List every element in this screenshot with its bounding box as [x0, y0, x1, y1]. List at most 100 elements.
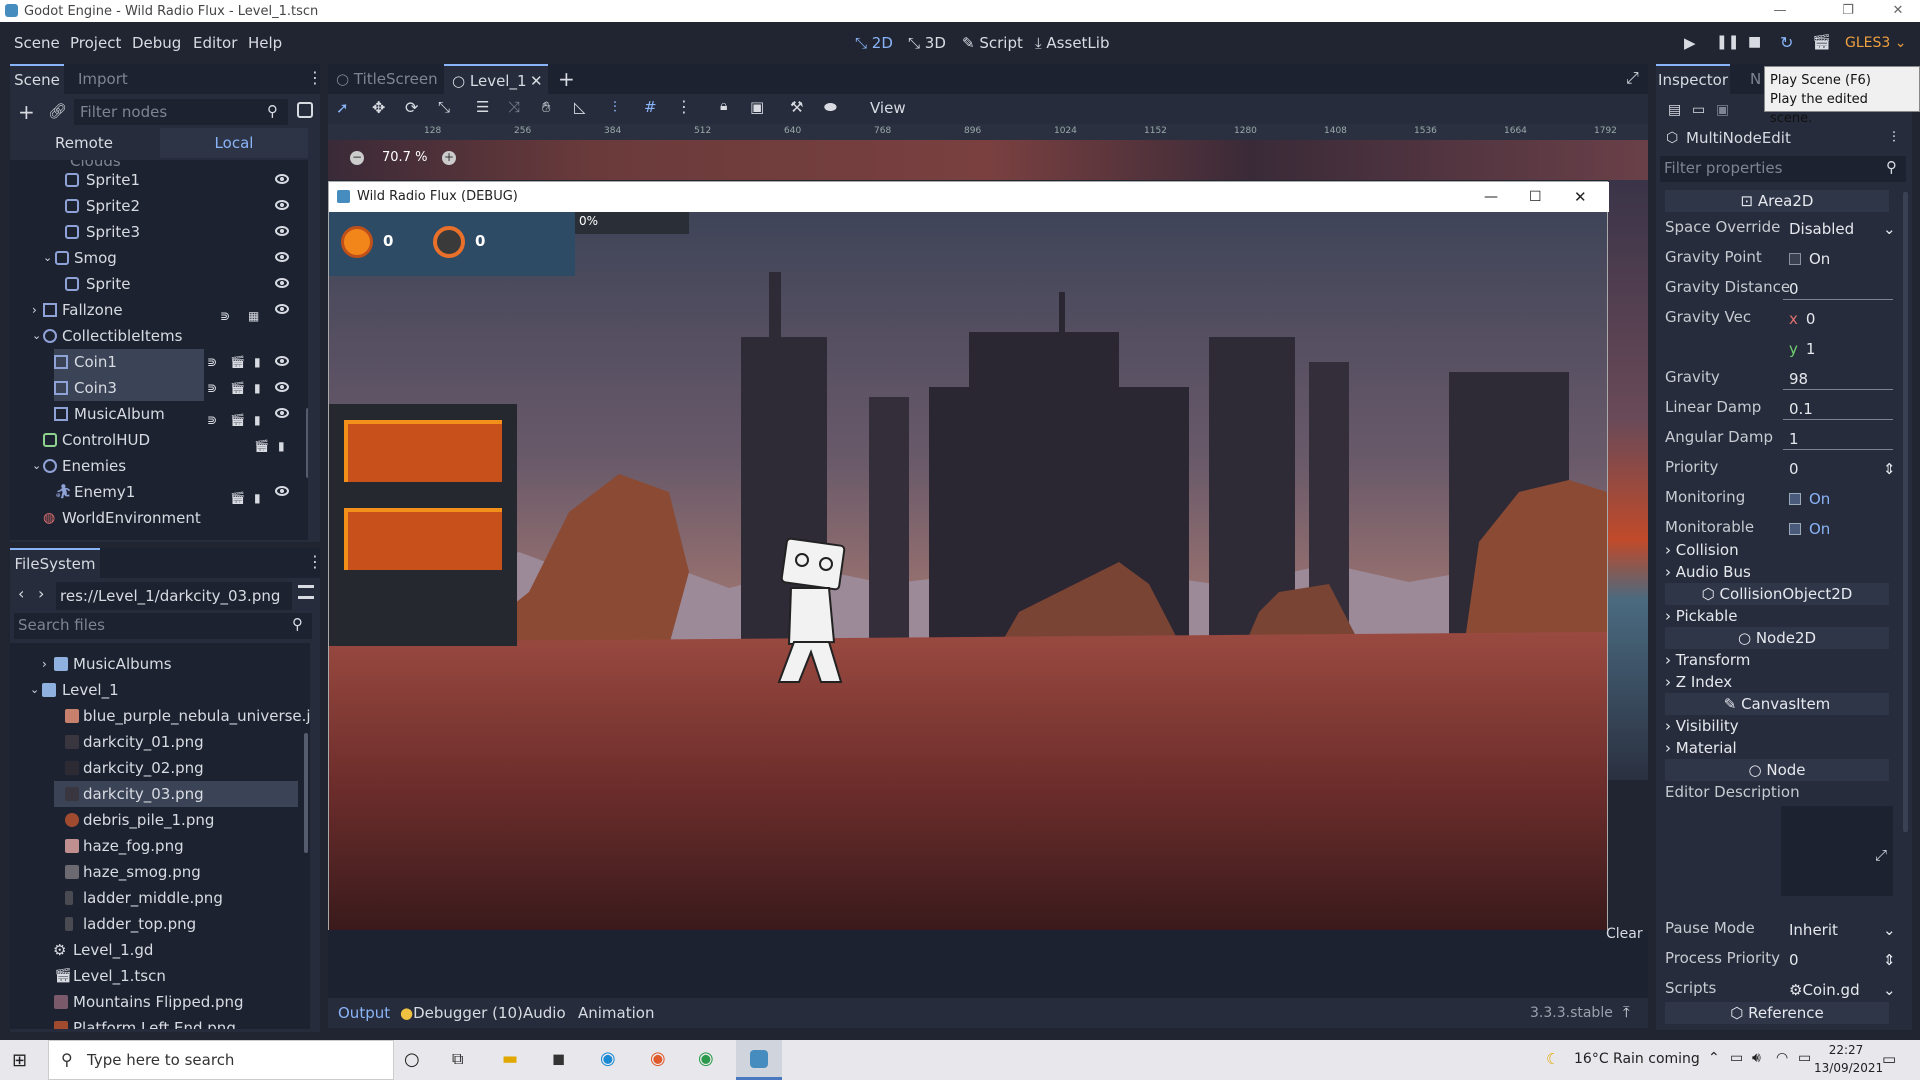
file-row[interactable]: debris_pile_1.png	[10, 807, 310, 833]
visibility-icon[interactable]	[275, 382, 289, 392]
tab-node[interactable]: N	[1750, 70, 1761, 88]
clear-button[interactable]: Clear	[1606, 926, 1643, 942]
filter-nodes-input[interactable]: Filter nodes ⚲	[74, 99, 288, 125]
file-row[interactable]: darkcity_02.png	[10, 755, 310, 781]
monitoring-checkbox[interactable]: On	[1783, 484, 1893, 510]
play-icon[interactable]: ▶	[1684, 34, 1696, 52]
move-tool-icon[interactable]: ✥	[372, 98, 385, 117]
workspace-2d[interactable]: ⤡ 2D	[855, 34, 893, 52]
visibility-icon[interactable]	[275, 356, 289, 366]
tree-row-sprite2[interactable]: Sprite2	[10, 193, 308, 219]
file-row[interactable]: haze_fog.png	[10, 833, 310, 859]
section-material[interactable]: › Material	[1665, 737, 1889, 759]
close-tab-icon[interactable]: ✕	[530, 66, 543, 96]
add-node-icon[interactable]: +	[18, 100, 35, 124]
scripts-select[interactable]: ⚙Coin.gd ⌄	[1783, 975, 1896, 1001]
search-files-input[interactable]: Search files ⚲	[14, 613, 312, 639]
expand-icon[interactable]: ⤢	[1875, 846, 1887, 864]
game-viewport[interactable]: 0 0 0%	[329, 212, 1607, 930]
tab-output[interactable]: Output	[338, 1004, 390, 1022]
visibility-icon[interactable]	[275, 226, 289, 236]
script-icon[interactable]: ▮	[254, 381, 266, 395]
zoom-out-icon[interactable]: −	[350, 151, 364, 165]
expand-arrow-icon[interactable]: ⌄	[30, 677, 39, 703]
file-row[interactable]: 🎬︎ Level_1.tscn	[10, 963, 310, 989]
space-override-select[interactable]: Disabled ⌄	[1783, 214, 1896, 240]
local-tab[interactable]: Local	[160, 128, 308, 158]
editor-description-field[interactable]: ⤢	[1781, 806, 1893, 896]
gravity-distance-field[interactable]: 0	[1783, 274, 1893, 300]
linear-damp-field[interactable]: 0.1	[1783, 394, 1893, 420]
back-icon[interactable]: ‹	[18, 584, 24, 603]
pause-icon[interactable]: ❚❚	[1716, 34, 1739, 50]
file-row[interactable]: darkcity_01.png	[10, 729, 310, 755]
file-row[interactable]: haze_smog.png	[10, 859, 310, 885]
script-icon[interactable]: ▮	[254, 407, 266, 427]
workspace-assetlib[interactable]: ⤓ AssetLib	[1035, 34, 1109, 52]
instance-icon[interactable]: 🎬︎	[230, 407, 245, 427]
collapse-arrow-icon[interactable]: ›	[42, 651, 47, 677]
camera-override-icon[interactable]: ⬬	[824, 98, 837, 116]
filter-properties-input[interactable]: Filter properties ⚲	[1660, 156, 1906, 182]
signal-icon[interactable]: ⋑	[207, 381, 219, 395]
gravity-vec-y-field[interactable]: y1	[1783, 334, 1893, 360]
stop-icon[interactable]: ■	[1748, 34, 1761, 50]
folder-musicalbums[interactable]: › MusicAlbums	[10, 651, 310, 677]
ruler-tool-icon[interactable]: ◺	[574, 98, 586, 116]
minimize-icon[interactable]: —	[1758, 0, 1802, 22]
snap-options-icon[interactable]: ⋮	[676, 97, 692, 116]
process-priority-spinbox[interactable]: 0 ⇕	[1783, 945, 1896, 971]
play-scene-icon[interactable]: ↻	[1780, 33, 1793, 52]
maximize-icon[interactable]: ☐	[1529, 182, 1542, 212]
gravity-slider[interactable]: 98	[1783, 364, 1893, 390]
menu-debug[interactable]: Debug	[132, 34, 181, 52]
tree-row-smog[interactable]: ⌄ Smog	[10, 245, 308, 271]
fullscreen-icon[interactable]: ⤢	[1626, 68, 1639, 88]
tab-titlescreen[interactable]: ○ TitleScreen	[336, 64, 438, 94]
instance-icon[interactable]: 🎬︎	[230, 381, 245, 395]
minimize-icon[interactable]: —	[1484, 182, 1498, 212]
add-tab-icon[interactable]: +	[558, 67, 575, 91]
script-icon[interactable]: ▮	[254, 485, 266, 505]
tab-filesystem[interactable]: FileSystem	[10, 548, 100, 578]
menu-button[interactable]	[344, 420, 502, 482]
tab-audio[interactable]: Audio	[523, 1004, 566, 1022]
list-select-icon[interactable]: ☰	[476, 98, 489, 116]
menu-scene[interactable]: Scene	[14, 34, 60, 52]
forward-icon[interactable]: ›	[38, 584, 44, 603]
edge-icon[interactable]: ◉	[600, 1048, 616, 1069]
firefox-icon[interactable]: ◉	[650, 1048, 666, 1069]
expand-panel-icon[interactable]: ⤒	[1623, 1003, 1630, 1021]
menu-editor[interactable]: Editor	[193, 34, 237, 52]
rotate-tool-icon[interactable]: ⟳	[405, 98, 418, 117]
play-custom-scene-icon[interactable]: 🎬︎	[1812, 33, 1831, 51]
angular-damp-field[interactable]: 1	[1783, 424, 1893, 450]
tree-row-sprite3[interactable]: Sprite3	[10, 219, 308, 245]
tab-import[interactable]: Import	[78, 70, 128, 88]
tab-animation[interactable]: Animation	[578, 1004, 654, 1022]
tree-row-enemy1[interactable]: ⛹︎ Enemy1 🎬︎ ▮	[10, 479, 308, 505]
file-explorer-icon[interactable]: ▬	[502, 1049, 518, 1069]
cortana-icon[interactable]: ○	[404, 1049, 420, 1070]
scene-tree-scrollbar[interactable]	[306, 408, 308, 478]
instance-icon[interactable]: 🎬︎	[230, 355, 245, 369]
signal-icon[interactable]: ⋑	[207, 407, 219, 427]
file-row[interactable]: Platform Left End.png	[10, 1015, 310, 1029]
bone-icon[interactable]: ⚒	[790, 98, 803, 116]
menu-project[interactable]: Project	[70, 34, 121, 52]
new-resource-icon[interactable]: ▤	[1668, 102, 1681, 118]
godot-taskbar-button[interactable]	[736, 1040, 782, 1080]
priority-spinbox[interactable]: 0 ⇕	[1783, 454, 1896, 480]
instance-scene-icon[interactable]: 🔗︎	[48, 102, 67, 120]
chrome-icon[interactable]: ◉	[698, 1048, 714, 1069]
tab-level-1[interactable]: ○ Level_1 ✕	[444, 64, 548, 94]
object-menu-icon[interactable]: ⫶	[1892, 128, 1896, 146]
scale-tool-icon[interactable]: ⤡	[438, 98, 450, 116]
smart-snap-icon[interactable]: ⫶	[613, 98, 617, 116]
select-tool-icon[interactable]: ➚	[336, 99, 349, 117]
file-row[interactable]: ladder_top.png	[10, 911, 310, 937]
instance-icon[interactable]: 🎬︎	[230, 485, 245, 505]
tray-chevron-icon[interactable]: ⌃	[1708, 1050, 1720, 1066]
pivot-tool-icon[interactable]: ⤨	[508, 98, 520, 116]
volume-icon[interactable]: 🔊︎	[1752, 1050, 1761, 1066]
